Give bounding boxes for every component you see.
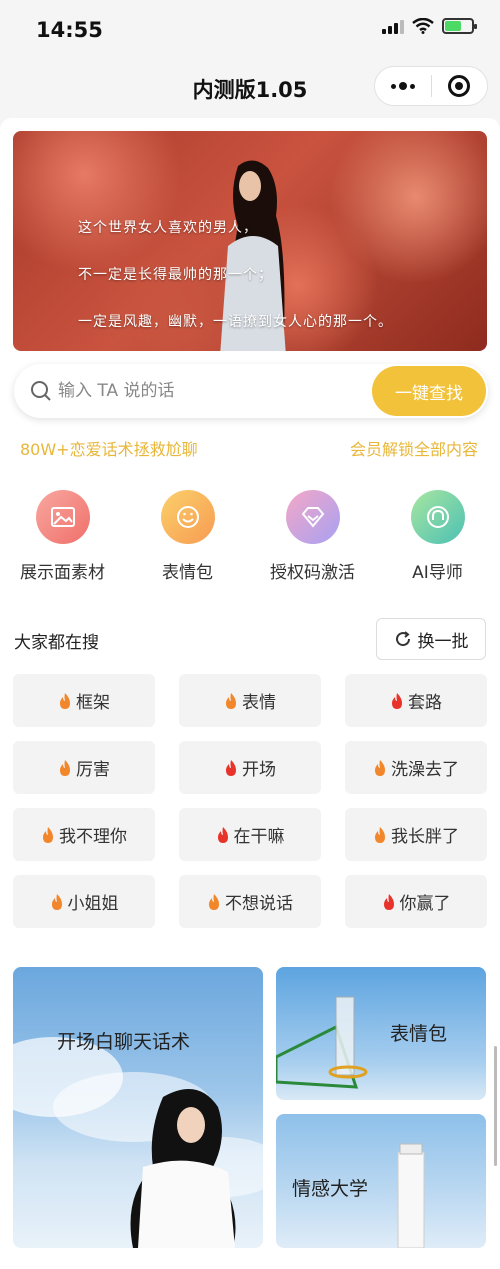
signal-icon (382, 18, 404, 34)
card-title: 表情包 (390, 1023, 448, 1045)
hot-search-chip[interactable]: 我不理你 (13, 808, 155, 861)
fire-icon (217, 826, 228, 843)
promo-text: 80W+恋爱话术拯救尬聊 (20, 440, 198, 459)
fire-icon (51, 893, 62, 910)
card-emotion-university[interactable]: 情感大学 (276, 1114, 486, 1248)
card-stickers[interactable]: 表情包 (276, 967, 486, 1100)
banner[interactable]: 这个世界女人喜欢的男人， 不一定是长得最帅的那一个； 一定是风趣，幽默，一语撩到… (13, 131, 487, 351)
fire-icon (43, 826, 53, 843)
chip-label: 不想说话 (225, 894, 293, 914)
feature-activation[interactable]: 授权码激活 (250, 490, 375, 583)
basketball-hoop-image (276, 996, 368, 1089)
feature-stickers[interactable]: 表情包 (125, 490, 250, 583)
search-bar: 一键查找 (14, 364, 488, 418)
feature-label: 授权码激活 (270, 563, 355, 583)
feature-label: 表情包 (162, 563, 213, 583)
feature-ai-mentor[interactable]: AI导师 (375, 490, 500, 583)
hot-search-chip[interactable]: 套路 (345, 674, 487, 727)
hot-search-chip[interactable]: 我长胖了 (345, 808, 487, 861)
chip-label: 我长胖了 (391, 827, 459, 847)
banner-line: 不一定是长得最帅的那一个； (78, 267, 273, 283)
smile-icon (160, 490, 215, 544)
chip-label: 我不理你 (59, 827, 127, 847)
search-input[interactable] (58, 376, 358, 406)
banner-line: 一定是风趣，幽默，一语撩到女人心的那一个。 (78, 314, 393, 330)
hot-search-chip[interactable]: 开场 (179, 741, 321, 794)
wifi-icon (412, 18, 434, 34)
card-title: 开场白聊天话术 (57, 1031, 191, 1053)
fire-icon (392, 692, 402, 709)
card-opening-lines[interactable]: 开场白聊天话术 (13, 967, 263, 1248)
close-button[interactable] (432, 67, 488, 105)
status-time: 14:55 (36, 18, 103, 42)
feature-label: 展示面素材 (20, 563, 105, 583)
search-button[interactable]: 一键查找 (372, 366, 486, 416)
banner-quote: 这个世界女人喜欢的男人， 不一定是长得最帅的那一个； 一定是风趣，幽默，一语撩到… (78, 217, 393, 351)
banner-line: 这个世界女人喜欢的男人， (78, 220, 258, 236)
cloud-image (13, 1037, 263, 1248)
feature-label: AI导师 (412, 563, 463, 583)
refresh-button[interactable]: 换一批 (376, 618, 486, 660)
mini-program-capsule (374, 66, 488, 106)
main-content: 这个世界女人喜欢的男人， 不一定是长得最帅的那一个； 一定是风趣，幽默，一语撩到… (0, 118, 500, 1269)
scrollbar[interactable] (494, 1046, 497, 1166)
image-icon (35, 490, 90, 544)
chip-label: 洗澡去了 (391, 760, 459, 780)
fire-icon (226, 759, 236, 776)
hot-search-chip[interactable]: 小姐姐 (13, 875, 155, 928)
hot-search-chip[interactable]: 厉害 (13, 741, 155, 794)
hot-search-chip[interactable]: 洗澡去了 (345, 741, 487, 794)
refresh-label: 换一批 (417, 631, 469, 652)
target-icon (448, 75, 471, 97)
more-button[interactable] (375, 67, 431, 105)
chip-label: 在干嘛 (233, 827, 285, 847)
chip-label: 套路 (408, 693, 442, 713)
diamond-icon (285, 490, 340, 544)
nav-bar: 内测版1.05 (0, 56, 500, 118)
hot-search-chip[interactable]: 在干嘛 (179, 808, 321, 861)
chip-label: 开场 (242, 760, 276, 780)
fire-icon (226, 692, 236, 709)
more-dots-icon (390, 82, 415, 90)
chip-label: 表情 (242, 693, 276, 713)
hot-search-chip[interactable]: 你赢了 (345, 875, 487, 928)
chip-label: 你赢了 (399, 894, 451, 914)
chip-label: 小姐姐 (67, 894, 119, 914)
fire-icon (375, 759, 385, 776)
vip-unlock-link[interactable]: 会员解锁全部内容 (350, 436, 478, 460)
headset-icon (410, 490, 465, 544)
chip-label: 厉害 (76, 760, 110, 780)
hot-search-chip[interactable]: 框架 (13, 674, 155, 727)
status-icons (382, 18, 477, 34)
battery-icon (442, 18, 477, 34)
feature-materials[interactable]: 展示面素材 (0, 490, 125, 583)
refresh-icon (395, 631, 410, 647)
fire-icon (209, 893, 219, 910)
hot-search-chip[interactable]: 不想说话 (179, 875, 321, 928)
card-title: 情感大学 (292, 1178, 369, 1200)
status-bar: 14:55 (0, 0, 500, 56)
section-title: 大家都在搜 (14, 633, 99, 653)
fire-icon (375, 826, 385, 843)
hot-search-chip[interactable]: 表情 (179, 674, 321, 727)
search-icon (31, 381, 51, 401)
fire-icon (60, 759, 70, 776)
fire-icon (383, 893, 394, 910)
fire-icon (60, 692, 70, 709)
chip-label: 框架 (76, 693, 110, 713)
